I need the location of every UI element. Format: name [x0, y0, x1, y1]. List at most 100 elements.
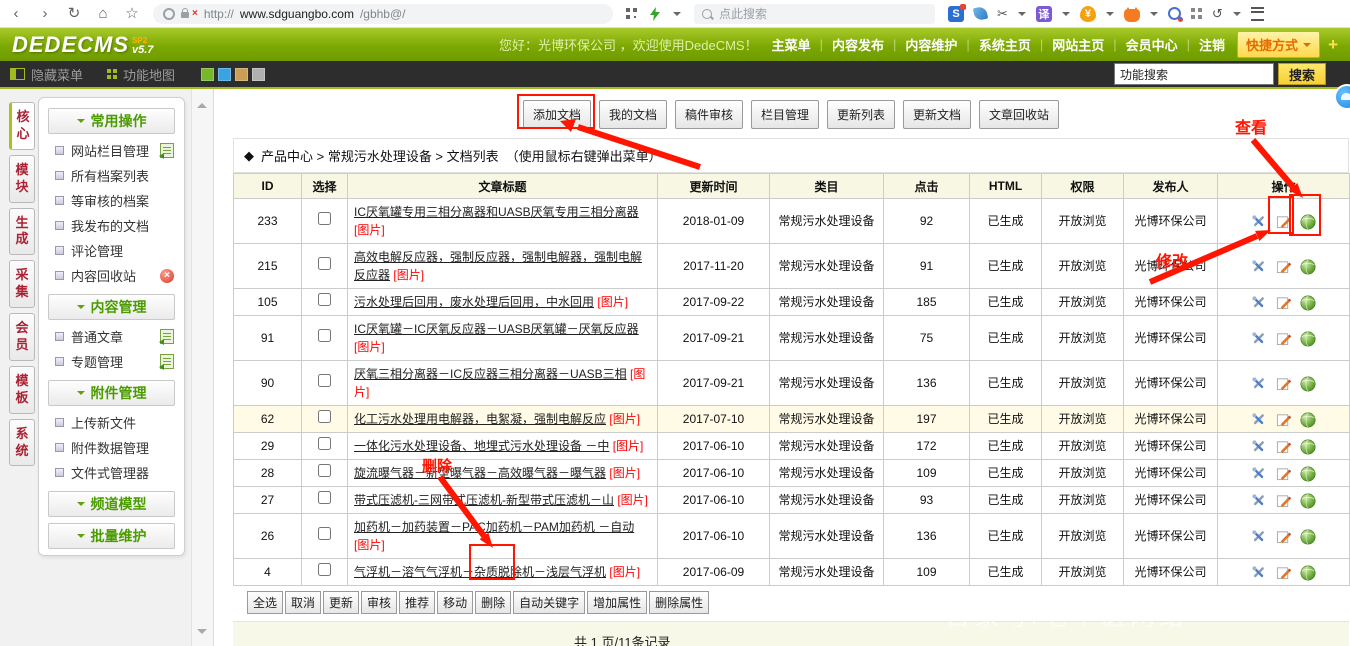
doc-title-link[interactable]: 带式压滤机-三网带式压滤机-新型带式压滤机－山 [354, 493, 614, 507]
sidebar-scrollbar[interactable] [191, 89, 213, 646]
change-attributes-icon[interactable] [1251, 439, 1266, 454]
row-checkbox[interactable] [318, 563, 331, 576]
batch-action-button[interactable]: 取消 [285, 591, 321, 614]
batch-action-button[interactable]: 增加属性 [587, 591, 647, 614]
change-attributes-icon[interactable] [1251, 295, 1266, 310]
magnifier-extension-icon[interactable] [1168, 7, 1181, 20]
apps-grid-icon[interactable] [1191, 8, 1202, 19]
dedecms-logo[interactable]: DEDECMS SP2 v5.7 [12, 34, 153, 56]
section-header-common-ops[interactable]: 常用操作 [48, 108, 175, 134]
batch-action-button[interactable]: 全选 [247, 591, 283, 614]
sidebar-menu-item[interactable]: 网站栏目管理 [39, 138, 184, 163]
edit-icon[interactable] [1276, 439, 1291, 454]
scissors-dropdown-icon[interactable] [1018, 12, 1026, 20]
edit-icon[interactable] [1276, 529, 1291, 544]
hide-menu-button[interactable]: 隐藏菜单 [10, 65, 83, 84]
batch-action-button[interactable]: 删除 [475, 591, 511, 614]
edit-icon[interactable] [1276, 493, 1291, 508]
scissors-capture-icon[interactable]: ✂ [997, 6, 1008, 22]
sidebar-tab[interactable]: 模块 [9, 155, 35, 203]
row-checkbox[interactable] [318, 329, 331, 342]
sidebar-menu-item[interactable]: 内容回收站 [39, 263, 184, 288]
change-attributes-icon[interactable] [1251, 412, 1266, 427]
theme-color-swatch[interactable] [218, 68, 231, 81]
sogou-extension-icon[interactable]: S [948, 6, 964, 22]
qr-code-icon[interactable] [626, 8, 637, 19]
browser-menu-icon[interactable] [1251, 7, 1264, 21]
bookmark-star-icon[interactable]: ☆ [124, 6, 140, 21]
flash-dropdown-icon[interactable] [673, 12, 681, 20]
view-globe-icon[interactable] [1300, 493, 1316, 509]
row-checkbox[interactable] [318, 212, 331, 225]
address-bar[interactable]: × http://www.sdguangbo.com/gbhb@/ [153, 4, 613, 24]
row-checkbox[interactable] [318, 491, 331, 504]
refresh-icon[interactable]: ↻ [66, 6, 82, 21]
sidebar-menu-item[interactable]: 上传新文件 [39, 410, 184, 435]
shortcut-button[interactable]: 快捷方式 [1237, 31, 1320, 58]
change-attributes-icon[interactable] [1251, 259, 1266, 274]
doc-title-link[interactable]: 厌氧三相分离器－IC反应器三相分离器－UASB三相 [354, 367, 627, 381]
doc-title-link[interactable]: 旋流曝气器－新型曝气器－高效曝气器－曝气器 [354, 466, 606, 480]
header-nav-link[interactable]: 系统主页 [979, 35, 1031, 54]
row-checkbox[interactable] [318, 293, 331, 306]
section-header-attachment-mgmt[interactable]: 附件管理 [48, 380, 175, 406]
batch-action-button[interactable]: 自动关键字 [513, 591, 585, 614]
sidebar-tab[interactable]: 采集 [9, 260, 35, 308]
view-globe-icon[interactable] [1300, 295, 1316, 311]
doc-title-link[interactable]: 一体化污水处理设备、地埋式污水处理设备 －中 [354, 439, 609, 453]
header-nav-link[interactable]: 内容发布 [832, 35, 884, 54]
edit-icon[interactable] [1276, 259, 1291, 274]
pen-extension-icon[interactable] [973, 6, 988, 21]
row-checkbox[interactable] [318, 410, 331, 423]
doc-action-button[interactable]: 添加文档 [523, 100, 591, 129]
function-map-button[interactable]: 功能地图 [107, 65, 175, 84]
forward-icon[interactable]: › [37, 6, 53, 21]
quick-search-box[interactable]: 点此搜索 [694, 4, 935, 24]
fox-extension-icon[interactable] [1124, 9, 1140, 22]
sidebar-tab[interactable]: 系统 [9, 419, 35, 467]
edit-icon[interactable] [1276, 331, 1291, 346]
row-checkbox[interactable] [318, 257, 331, 270]
sidebar-menu-item[interactable]: 附件数据管理 [39, 435, 184, 460]
currency-dropdown-icon[interactable] [1106, 12, 1114, 20]
row-checkbox[interactable] [318, 374, 331, 387]
doc-title-link[interactable]: IC厌氧罐－IC厌氧反应器－UASB厌氧罐－厌氧反应器 [354, 322, 639, 336]
batch-action-button[interactable]: 更新 [323, 591, 359, 614]
site-info-icon[interactable] [163, 8, 175, 20]
doc-title-link[interactable]: IC厌氧罐专用三相分离器和UASB厌氧专用三相分离器 [354, 205, 639, 219]
change-attributes-icon[interactable] [1251, 331, 1266, 346]
view-globe-icon[interactable] [1300, 331, 1316, 347]
home-icon[interactable]: ⌂ [95, 6, 111, 21]
section-header-content-mgmt[interactable]: 内容管理 [48, 294, 175, 320]
sidebar-tab[interactable]: 会员 [9, 313, 35, 361]
scroll-down-arrow-icon[interactable] [197, 629, 207, 639]
sidebar-menu-item[interactable]: 我发布的文档 [39, 213, 184, 238]
change-attributes-icon[interactable] [1251, 529, 1266, 544]
doc-action-button[interactable]: 我的文档 [599, 100, 667, 129]
doc-title-link[interactable]: 化工污水处理用电解器，电絮凝，强制电解反应 [354, 412, 606, 426]
translate-dropdown-icon[interactable] [1062, 12, 1070, 20]
batch-action-button[interactable]: 删除属性 [649, 591, 709, 614]
batch-action-button[interactable]: 审核 [361, 591, 397, 614]
scroll-up-arrow-icon[interactable] [197, 98, 207, 108]
currency-extension-icon[interactable]: ¥ [1080, 6, 1096, 22]
view-globe-icon[interactable] [1300, 529, 1316, 545]
header-nav-link[interactable]: 注销 [1199, 35, 1225, 54]
sidebar-menu-item[interactable]: 评论管理 [39, 238, 184, 263]
edit-icon[interactable] [1276, 565, 1291, 580]
section-header-batch-maintain[interactable]: 批量维护 [48, 523, 175, 549]
doc-title-link[interactable]: 气浮机－溶气气浮机－杂质脱除机－浅层气浮机 [354, 565, 606, 579]
header-nav-link[interactable]: 会员中心 [1126, 35, 1178, 54]
theme-color-swatch[interactable] [201, 68, 214, 81]
breadcrumb-path[interactable]: 产品中心 > 常规污水处理设备 > 文档列表 [261, 146, 499, 165]
batch-action-button[interactable]: 移动 [437, 591, 473, 614]
sidebar-menu-item[interactable]: 普通文章 [39, 324, 184, 349]
view-globe-icon[interactable] [1300, 565, 1316, 581]
theme-color-swatch[interactable] [235, 68, 248, 81]
header-nav-link[interactable]: 网站主页 [1052, 35, 1104, 54]
view-globe-icon[interactable] [1300, 259, 1316, 275]
view-globe-icon[interactable] [1300, 214, 1316, 230]
sidebar-menu-item[interactable]: 所有档案列表 [39, 163, 184, 188]
change-attributes-icon[interactable] [1251, 376, 1266, 391]
edit-icon[interactable] [1276, 466, 1291, 481]
